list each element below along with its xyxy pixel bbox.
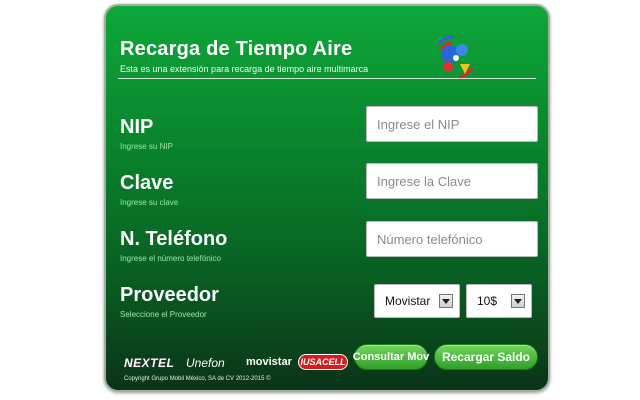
- consultar-button[interactable]: Consultar Mov: [353, 344, 429, 370]
- recargar-saldo-button[interactable]: Recargar Saldo: [434, 344, 538, 370]
- dropdown-arrow-icon[interactable]: [439, 294, 453, 308]
- proveedor-hint: Seleccione el Proveedor: [120, 310, 207, 319]
- clave-hint: Ingrese su clave: [120, 198, 179, 207]
- recharge-panel: Recarga de Tiempo Aire Esta es una exten…: [104, 4, 550, 392]
- nip-input[interactable]: [366, 106, 538, 142]
- provider-select[interactable]: Movistar: [374, 284, 460, 318]
- telefono-label: N. Teléfono: [120, 228, 228, 250]
- unefon-logo: Unefon: [186, 356, 225, 370]
- nextel-logo: NEXTEL: [124, 356, 175, 370]
- dropdown-arrow-icon[interactable]: [511, 294, 525, 308]
- nip-label: NIP: [120, 116, 154, 138]
- telefono-hint: Ingrese el número telefónico: [120, 254, 221, 263]
- provider-select-value: Movistar: [385, 294, 431, 308]
- copyright-text: Copyright Grupo Mobil México, SA de CV 2…: [124, 376, 271, 382]
- telefono-input[interactable]: [366, 221, 538, 257]
- amount-select[interactable]: 10$: [466, 284, 532, 318]
- movistar-logo: movistar: [246, 356, 292, 368]
- signal-network-logo-icon: [436, 35, 474, 79]
- nip-hint: Ingrese su NIP: [120, 142, 173, 151]
- clave-input[interactable]: [366, 163, 538, 199]
- amount-select-value: 10$: [477, 294, 498, 308]
- panel-subtitle: Esta es una extensión para recarga de ti…: [120, 64, 369, 74]
- panel-title: Recarga de Tiempo Aire: [120, 38, 353, 60]
- clave-label: Clave: [120, 172, 174, 194]
- proveedor-label: Proveedor: [120, 284, 219, 306]
- iusacell-logo: IUSACELL: [298, 354, 348, 370]
